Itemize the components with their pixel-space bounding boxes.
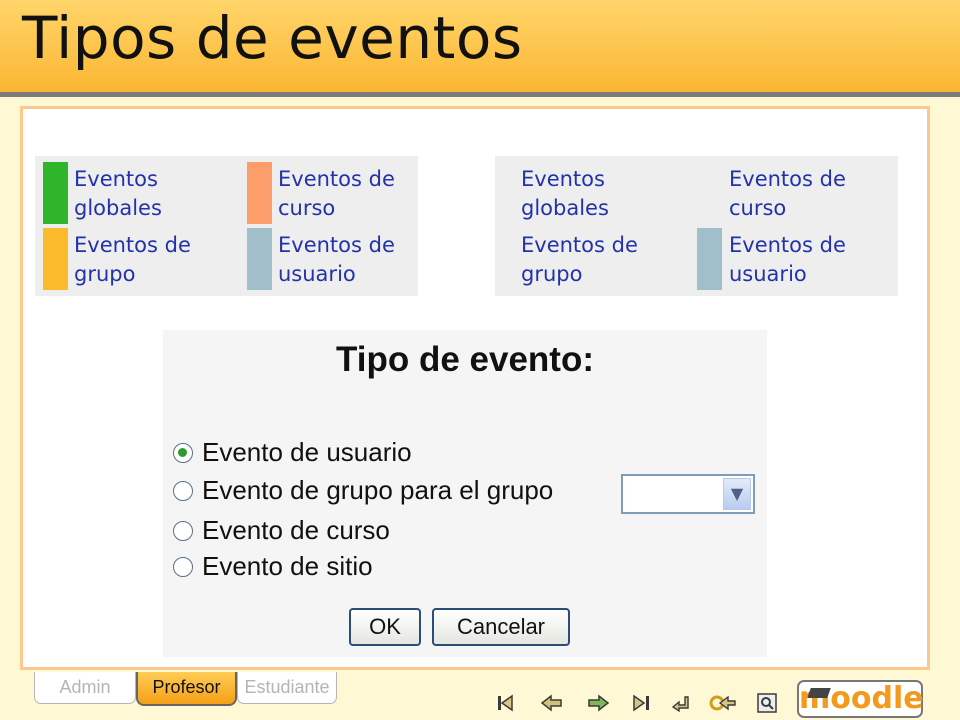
logo-text: moodle	[799, 681, 924, 716]
tab-profesor[interactable]: Profesor	[136, 672, 237, 706]
return-icon[interactable]	[668, 690, 692, 716]
graduation-cap-icon	[807, 688, 831, 698]
title-divider	[0, 92, 960, 97]
last-slide-icon[interactable]	[630, 690, 654, 716]
swatch-course	[247, 162, 272, 224]
chevron-down-icon[interactable]: ▼	[723, 478, 751, 510]
label-course-event: Evento de curso	[202, 515, 390, 545]
moodle-logo[interactable]: moodle	[797, 680, 924, 718]
legend-filtered: Eventos globales Eventos de curso Evento…	[495, 156, 898, 296]
next-slide-icon[interactable]	[586, 690, 610, 716]
legend-item-group[interactable]: Eventos de grupo	[74, 231, 191, 289]
ok-button[interactable]: OK	[349, 608, 421, 646]
legend-colored: Eventos globales Eventos de curso Evento…	[35, 156, 418, 296]
legend-item-course[interactable]: Eventos de curso	[278, 165, 395, 223]
previous-slide-icon[interactable]	[540, 690, 564, 716]
radio-course-event[interactable]	[173, 521, 193, 541]
swatch-group	[43, 228, 68, 290]
label-group-event: Evento de grupo para el grupo	[202, 475, 554, 505]
tab-estudiante[interactable]: Estudiante	[237, 672, 337, 704]
swatch-user	[697, 228, 722, 290]
label-site-event: Evento de sitio	[202, 551, 373, 581]
search-icon[interactable]	[756, 690, 780, 716]
legend-item-group[interactable]: Eventos de grupo	[521, 231, 638, 289]
legend-item-user[interactable]: Eventos de usuario	[729, 231, 846, 289]
page-title: Tipos de eventos	[22, 4, 523, 72]
tab-admin[interactable]: Admin	[34, 672, 136, 704]
legend-item-global[interactable]: Eventos globales	[74, 165, 162, 223]
radio-site-event[interactable]	[173, 557, 193, 577]
radio-group-event[interactable]	[173, 481, 193, 501]
cancel-button[interactable]: Cancelar	[432, 608, 570, 646]
label-user-event: Evento de usuario	[202, 437, 412, 467]
swatch-global	[43, 162, 68, 224]
form-heading: Tipo de evento:	[336, 340, 594, 379]
legend-item-user[interactable]: Eventos de usuario	[278, 231, 395, 289]
group-select[interactable]: ▼	[621, 474, 755, 514]
radio-user-event[interactable]	[173, 443, 193, 463]
legend-item-course[interactable]: Eventos de curso	[729, 165, 846, 223]
first-slide-icon[interactable]	[496, 690, 520, 716]
swatch-user	[247, 228, 272, 290]
legend-item-global[interactable]: Eventos globales	[521, 165, 609, 223]
back-to-start-icon[interactable]	[708, 690, 738, 716]
